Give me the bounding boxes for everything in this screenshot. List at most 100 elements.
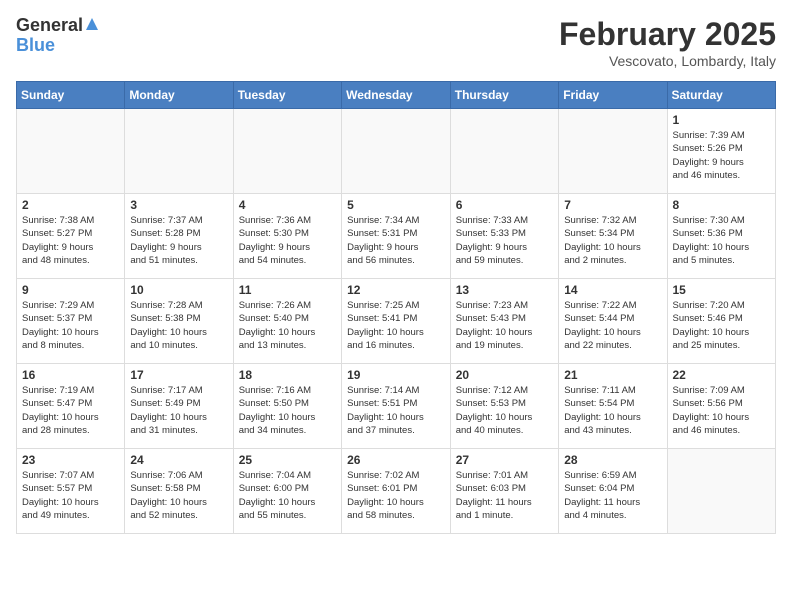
calendar-cell: 19Sunrise: 7:14 AM Sunset: 5:51 PM Dayli… <box>342 364 451 449</box>
day-number: 24 <box>130 453 227 467</box>
day-info: Sunrise: 7:22 AM Sunset: 5:44 PM Dayligh… <box>564 299 661 352</box>
day-info: Sunrise: 7:36 AM Sunset: 5:30 PM Dayligh… <box>239 214 336 267</box>
day-info: Sunrise: 7:07 AM Sunset: 5:57 PM Dayligh… <box>22 469 119 522</box>
calendar-header-row: Sunday Monday Tuesday Wednesday Thursday… <box>17 82 776 109</box>
day-info: Sunrise: 7:06 AM Sunset: 5:58 PM Dayligh… <box>130 469 227 522</box>
month-year-title: February 2025 <box>559 16 776 53</box>
day-info: Sunrise: 7:01 AM Sunset: 6:03 PM Dayligh… <box>456 469 553 522</box>
header-thursday: Thursday <box>450 82 558 109</box>
calendar-cell: 21 Sunrise: 7:11 AM Sunset: 5:54 PM Dayli… <box>559 364 667 449</box>
calendar-cell <box>667 449 776 534</box>
header-monday: Monday <box>125 82 233 109</box>
day-number: 21 <box>564 368 661 382</box>
calendar-cell: 18 Sunrise: 7:16 AM Sunset: 5:50 PM Dayli… <box>233 364 341 449</box>
day-info: Sunrise: 7:38 AM Sunset: 5:27 PM Dayligh… <box>22 214 119 267</box>
location-subtitle: Vescovato, Lombardy, Italy <box>559 53 776 69</box>
calendar-cell: 5 Sunrise: 7:34 AM Sunset: 5:31 PM Daylig… <box>342 194 451 279</box>
day-info: Sunrise: 7:19 AM Sunset: 5:47 PM Dayligh… <box>22 384 119 437</box>
day-info: Sunrise: 7:25 AM Sunset: 5:41 PM Dayligh… <box>347 299 445 352</box>
calendar-cell: 11Sunrise: 7:26 AM Sunset: 5:40 PM Dayli… <box>233 279 341 364</box>
day-number: 27 <box>456 453 553 467</box>
calendar-cell: 7 Sunrise: 7:32 AM Sunset: 5:34 PM Daylig… <box>559 194 667 279</box>
week-row-5: 23 Sunrise: 7:07 AM Sunset: 5:57 PM Dayli… <box>17 449 776 534</box>
calendar-cell: 12Sunrise: 7:25 AM Sunset: 5:41 PM Dayli… <box>342 279 451 364</box>
day-info: Sunrise: 7:32 AM Sunset: 5:34 PM Dayligh… <box>564 214 661 267</box>
calendar-cell: 8 Sunrise: 7:30 AM Sunset: 5:36 PM Daylig… <box>667 194 776 279</box>
calendar-cell: 4 Sunrise: 7:36 AM Sunset: 5:30 PM Daylig… <box>233 194 341 279</box>
day-info: Sunrise: 7:30 AM Sunset: 5:36 PM Dayligh… <box>673 214 771 267</box>
calendar-table: Sunday Monday Tuesday Wednesday Thursday… <box>16 81 776 534</box>
day-info: Sunrise: 7:37 AM Sunset: 5:28 PM Dayligh… <box>130 214 227 267</box>
day-number: 28 <box>564 453 661 467</box>
day-info: Sunrise: 7:20 AM Sunset: 5:46 PM Dayligh… <box>673 299 771 352</box>
header-sunday: Sunday <box>17 82 125 109</box>
day-info: Sunrise: 7:33 AM Sunset: 5:33 PM Dayligh… <box>456 214 553 267</box>
calendar-cell <box>559 109 667 194</box>
day-number: 13 <box>456 283 553 297</box>
week-row-3: 9 Sunrise: 7:29 AM Sunset: 5:37 PM Daylig… <box>17 279 776 364</box>
week-row-4: 16 Sunrise: 7:19 AM Sunset: 5:47 PM Dayli… <box>17 364 776 449</box>
page-header: General Blue February 2025 Vescovato, Lo… <box>16 16 776 69</box>
day-number: 5 <box>347 198 445 212</box>
day-number: 23 <box>22 453 119 467</box>
day-number: 26 <box>347 453 445 467</box>
day-info: Sunrise: 7:28 AM Sunset: 5:38 PM Dayligh… <box>130 299 227 352</box>
calendar-cell: 1 Sunrise: 7:39 AM Sunset: 5:26 PM Daylig… <box>667 109 776 194</box>
day-number: 22 <box>673 368 771 382</box>
calendar-cell: 24 Sunrise: 7:06 AM Sunset: 5:58 PM Dayli… <box>125 449 233 534</box>
calendar-cell: 28 Sunrise: 6:59 AM Sunset: 6:04 PM Dayli… <box>559 449 667 534</box>
calendar-cell: 26Sunrise: 7:02 AM Sunset: 6:01 PM Dayli… <box>342 449 451 534</box>
calendar-cell: 13 Sunrise: 7:23 AM Sunset: 5:43 PM Dayli… <box>450 279 558 364</box>
day-info: Sunrise: 7:34 AM Sunset: 5:31 PM Dayligh… <box>347 214 445 267</box>
day-number: 9 <box>22 283 119 297</box>
calendar-cell: 14 Sunrise: 7:22 AM Sunset: 5:44 PM Dayli… <box>559 279 667 364</box>
day-info: Sunrise: 7:39 AM Sunset: 5:26 PM Dayligh… <box>673 129 771 182</box>
calendar-cell <box>450 109 558 194</box>
day-number: 18 <box>239 368 336 382</box>
day-number: 16 <box>22 368 119 382</box>
day-info: Sunrise: 7:23 AM Sunset: 5:43 PM Dayligh… <box>456 299 553 352</box>
calendar-cell: 6 Sunrise: 7:33 AM Sunset: 5:33 PM Daylig… <box>450 194 558 279</box>
day-number: 10 <box>130 283 227 297</box>
day-info: Sunrise: 7:17 AM Sunset: 5:49 PM Dayligh… <box>130 384 227 437</box>
calendar-cell: 10 Sunrise: 7:28 AM Sunset: 5:38 PM Dayli… <box>125 279 233 364</box>
calendar-cell: 3 Sunrise: 7:37 AM Sunset: 5:28 PM Daylig… <box>125 194 233 279</box>
logo-blue: Blue <box>16 35 55 55</box>
calendar-cell <box>342 109 451 194</box>
day-number: 6 <box>456 198 553 212</box>
day-number: 17 <box>130 368 227 382</box>
calendar-cell: 9 Sunrise: 7:29 AM Sunset: 5:37 PM Daylig… <box>17 279 125 364</box>
week-row-1: 1 Sunrise: 7:39 AM Sunset: 5:26 PM Daylig… <box>17 109 776 194</box>
calendar-cell <box>17 109 125 194</box>
day-number: 11 <box>239 283 336 297</box>
header-wednesday: Wednesday <box>342 82 451 109</box>
day-info: Sunrise: 7:29 AM Sunset: 5:37 PM Dayligh… <box>22 299 119 352</box>
header-saturday: Saturday <box>667 82 776 109</box>
calendar-cell: 27 Sunrise: 7:01 AM Sunset: 6:03 PM Dayli… <box>450 449 558 534</box>
day-number: 1 <box>673 113 771 127</box>
calendar-cell: 23 Sunrise: 7:07 AM Sunset: 5:57 PM Dayli… <box>17 449 125 534</box>
logo-general: General <box>16 15 83 35</box>
calendar-cell: 22Sunrise: 7:09 AM Sunset: 5:56 PM Dayli… <box>667 364 776 449</box>
day-number: 8 <box>673 198 771 212</box>
day-number: 3 <box>130 198 227 212</box>
day-info: Sunrise: 7:11 AM Sunset: 5:54 PM Dayligh… <box>564 384 661 437</box>
calendar-cell <box>233 109 341 194</box>
day-info: Sunrise: 6:59 AM Sunset: 6:04 PM Dayligh… <box>564 469 661 522</box>
calendar-body: 1 Sunrise: 7:39 AM Sunset: 5:26 PM Daylig… <box>17 109 776 534</box>
week-row-2: 2Sunrise: 7:38 AM Sunset: 5:27 PM Daylig… <box>17 194 776 279</box>
day-info: Sunrise: 7:12 AM Sunset: 5:53 PM Dayligh… <box>456 384 553 437</box>
header-tuesday: Tuesday <box>233 82 341 109</box>
calendar-cell: 20Sunrise: 7:12 AM Sunset: 5:53 PM Dayli… <box>450 364 558 449</box>
logo-arrow-icon <box>85 17 99 36</box>
day-number: 4 <box>239 198 336 212</box>
day-number: 7 <box>564 198 661 212</box>
day-number: 25 <box>239 453 336 467</box>
day-info: Sunrise: 7:04 AM Sunset: 6:00 PM Dayligh… <box>239 469 336 522</box>
day-info: Sunrise: 7:14 AM Sunset: 5:51 PM Dayligh… <box>347 384 445 437</box>
day-info: Sunrise: 7:16 AM Sunset: 5:50 PM Dayligh… <box>239 384 336 437</box>
day-number: 15 <box>673 283 771 297</box>
calendar-cell: 25 Sunrise: 7:04 AM Sunset: 6:00 PM Dayli… <box>233 449 341 534</box>
calendar-cell <box>125 109 233 194</box>
day-number: 14 <box>564 283 661 297</box>
